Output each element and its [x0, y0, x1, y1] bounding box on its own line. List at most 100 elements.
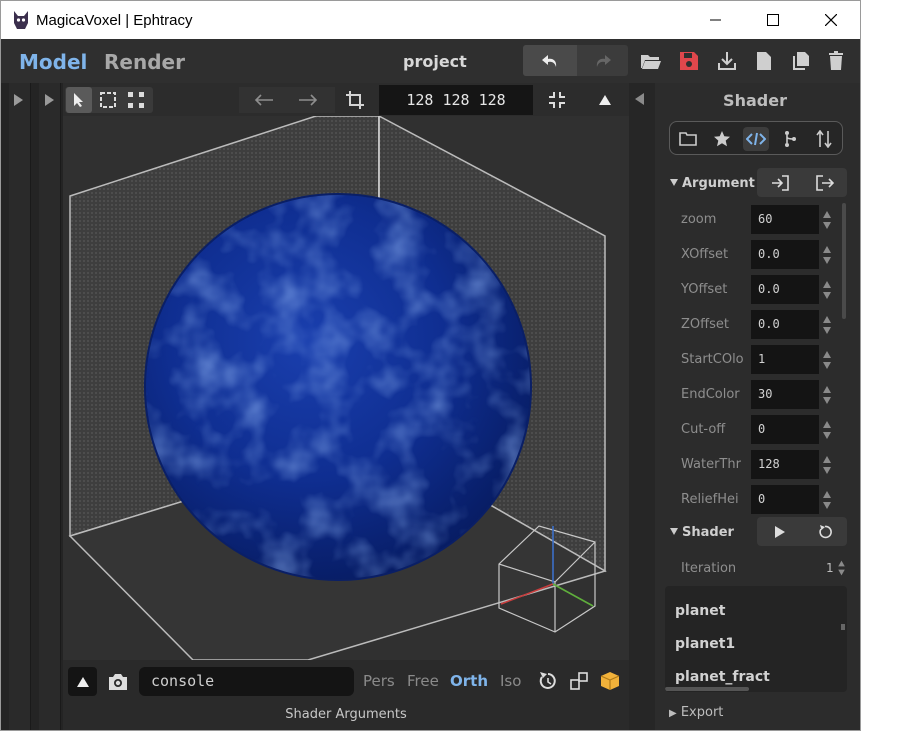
crop-button[interactable] — [341, 87, 369, 113]
view-mode-free[interactable]: Free — [407, 672, 439, 690]
argument-collapse-icon[interactable] — [670, 179, 679, 187]
reset-shader-button[interactable] — [802, 517, 847, 546]
app-window: MagicaVoxel | Ephtracy Model Render proj… — [0, 0, 861, 731]
stepper-icon[interactable] — [822, 209, 832, 231]
expand-brush-icon[interactable] — [45, 94, 55, 106]
marquee-tool-button[interactable] — [95, 87, 121, 113]
select-tool-button[interactable] — [66, 87, 92, 113]
import-args-button[interactable] — [757, 168, 802, 197]
stepper-icon[interactable] — [822, 454, 832, 476]
shader-list-item[interactable]: planet_fract — [675, 669, 770, 685]
argument-row: YOffset 0.0 — [655, 274, 855, 304]
play-icon — [774, 525, 785, 538]
stepper-icon[interactable] — [822, 314, 832, 336]
argument-value-input[interactable]: 128 — [751, 450, 819, 479]
model-dimensions-field[interactable]: 128 128 128 — [379, 85, 533, 115]
close-button[interactable] — [802, 1, 860, 39]
undo-button[interactable] — [523, 45, 577, 76]
shader-run-buttons — [757, 517, 847, 546]
copy-button[interactable] — [787, 47, 815, 75]
arguments-scrollbar[interactable] — [842, 203, 846, 319]
export-button[interactable] — [713, 47, 741, 75]
argument-value-input[interactable]: 1 — [751, 345, 819, 374]
folder-icon — [679, 132, 697, 146]
marquee-icon — [100, 92, 116, 108]
stepper-icon[interactable] — [822, 489, 832, 511]
argument-row: zoom 60 — [655, 204, 855, 234]
stepper-icon[interactable] — [822, 419, 832, 441]
frame-button[interactable] — [568, 670, 590, 692]
tab-sort[interactable] — [811, 127, 837, 151]
new-file-icon — [757, 52, 771, 70]
tab-folder[interactable] — [675, 127, 701, 151]
argument-section-header[interactable]: Argument — [682, 176, 755, 191]
region-tool-button[interactable] — [123, 87, 149, 113]
view-mode-orth[interactable]: Orth — [450, 672, 488, 690]
triangle-up-icon — [76, 676, 89, 687]
new-file-button[interactable] — [750, 47, 778, 75]
minimize-button[interactable] — [687, 1, 745, 39]
stepper-icon[interactable] — [822, 279, 832, 301]
snapshot-button[interactable] — [105, 669, 131, 695]
reset-camera-button[interactable] — [537, 670, 559, 692]
window-title: MagicaVoxel | Ephtracy — [36, 12, 193, 29]
iteration-value[interactable]: 1 — [826, 561, 834, 575]
argument-value-input[interactable]: 0 — [751, 415, 819, 444]
expand-palette-icon[interactable] — [14, 94, 24, 106]
chevron-right-icon: ▶ — [669, 708, 677, 719]
argument-value-input[interactable]: 0.0 — [751, 275, 819, 304]
frame-icon — [570, 672, 588, 690]
shader-collapse-icon[interactable] — [670, 528, 679, 536]
argument-value-input[interactable]: 30 — [751, 380, 819, 409]
fit-view-button[interactable] — [543, 87, 571, 113]
argument-value-input[interactable]: 60 — [751, 205, 819, 234]
voxel-viewport[interactable] — [63, 116, 629, 660]
tab-branch[interactable] — [777, 127, 803, 151]
tab-favorites[interactable] — [709, 127, 735, 151]
tab-model[interactable]: Model — [19, 50, 87, 74]
rotate-icon — [539, 672, 556, 689]
shift-right-button[interactable] — [293, 87, 323, 113]
shader-list-hscrollbar[interactable] — [665, 687, 749, 691]
delete-button[interactable] — [822, 47, 850, 75]
star-icon — [714, 131, 730, 147]
console-input[interactable]: console — [139, 667, 354, 696]
argument-io-buttons — [757, 168, 847, 197]
argument-value-input[interactable]: 0.0 — [751, 310, 819, 339]
shader-list-vscrollbar[interactable] — [841, 624, 845, 630]
export-section-label: Export — [680, 705, 724, 720]
export-icon — [815, 174, 834, 191]
stepper-icon[interactable] — [822, 349, 832, 371]
shader-list-item[interactable]: planet — [675, 603, 725, 619]
view-mode-pers[interactable]: Pers — [363, 672, 395, 690]
stepper-icon[interactable] — [822, 244, 832, 266]
argument-value-input[interactable]: 0.0 — [751, 240, 819, 269]
shift-left-button[interactable] — [249, 87, 279, 113]
reset-icon — [818, 524, 832, 538]
export-section-header[interactable]: ▶ Export — [669, 705, 723, 720]
view-mode-iso[interactable]: Iso — [500, 672, 521, 690]
iso-cube-button[interactable] — [599, 670, 621, 692]
maximize-button[interactable] — [744, 1, 802, 39]
copy-icon — [793, 52, 809, 70]
redo-button[interactable] — [577, 45, 628, 76]
tab-render[interactable]: Render — [104, 50, 185, 74]
argument-row: Cut-off 0 — [655, 414, 855, 444]
stepper-icon[interactable] — [822, 384, 832, 406]
collapse-right-panel-icon[interactable] — [635, 93, 645, 105]
argument-value-input[interactable]: 0 — [751, 485, 819, 514]
save-button[interactable] — [675, 47, 703, 75]
left-collapsed-panels — [1, 83, 63, 730]
argument-label: YOffset — [681, 282, 728, 297]
tab-code[interactable] — [743, 127, 769, 151]
run-shader-button[interactable] — [757, 517, 802, 546]
console-toggle-button[interactable] — [68, 667, 97, 696]
iteration-stepper-icon[interactable] — [837, 559, 846, 577]
toggle-panel-button[interactable] — [591, 87, 619, 113]
export-args-button[interactable] — [802, 168, 847, 197]
shader-section-header[interactable]: Shader — [682, 525, 734, 540]
open-button[interactable] — [637, 47, 665, 75]
shader-list-item[interactable]: planet1 — [675, 636, 735, 652]
argument-row: WaterThr 128 — [655, 449, 855, 479]
save-icon — [680, 52, 698, 70]
